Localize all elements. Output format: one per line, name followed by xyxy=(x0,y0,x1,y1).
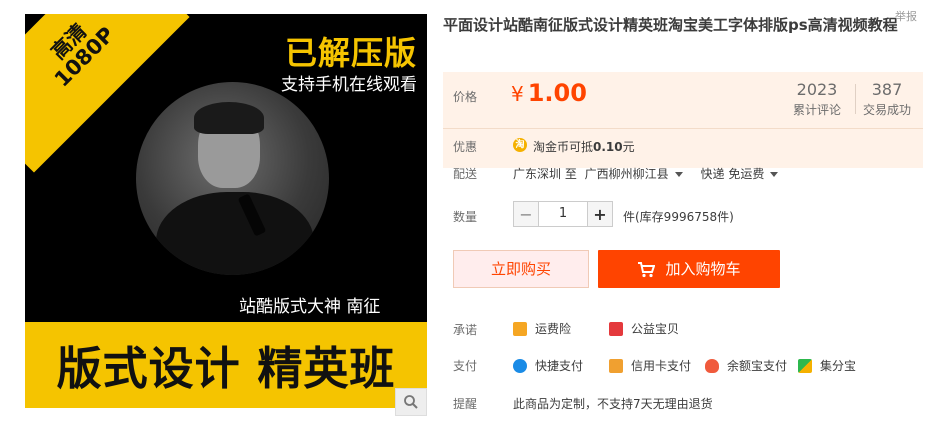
payment-quick[interactable]: 快捷支付 xyxy=(513,357,583,374)
shipping-insurance-icon xyxy=(513,321,527,336)
image-band-text: 版式设计 精英班 xyxy=(56,342,396,395)
credit-card-icon xyxy=(609,358,623,373)
product-detail-panel: 举报 平面设计站酷南征版式设计精英班淘宝美工字体排版ps高清视频教程 价格 ¥1… xyxy=(443,10,923,411)
delivery-method-select[interactable]: 快递 免运费 xyxy=(701,167,779,181)
yuebao-icon xyxy=(705,358,719,373)
charity-heart-icon xyxy=(609,321,623,336)
payment-item-label: 集分宝 xyxy=(820,359,857,373)
payment-item-label: 信用卡支付 xyxy=(631,359,692,373)
add-to-cart-button[interactable]: 加入购物车 xyxy=(598,250,780,288)
add-to-cart-label: 加入购物车 xyxy=(665,260,741,278)
sales-stat: 387 交易成功 xyxy=(863,80,911,118)
promise-shipping-insurance[interactable]: 运费险 xyxy=(513,320,571,337)
review-stat[interactable]: 2023 累计评论 xyxy=(793,80,841,118)
price-value: ¥1.00 xyxy=(511,79,587,107)
payment-label: 支付 xyxy=(453,359,478,373)
price-panel: 价格 ¥1.00 2023 累计评论 387 交易成功 优惠 淘 淘金币可抵0.… xyxy=(443,72,923,168)
reminder-label: 提醒 xyxy=(453,397,478,411)
quantity-increase-button[interactable]: + xyxy=(587,201,613,227)
delivery-info: 广东深圳 至 广西柳州柳江县 快递 免运费 xyxy=(513,165,779,182)
delivery-label: 配送 xyxy=(453,167,478,181)
payment-yuebao[interactable]: 余额宝支付 xyxy=(705,357,787,374)
quantity-input[interactable]: 1 xyxy=(539,201,587,227)
buy-now-button[interactable]: 立即购买 xyxy=(453,250,589,288)
promo-amount: 0.10 xyxy=(593,140,623,154)
promise-label: 承诺 xyxy=(453,323,478,337)
quantity-decrease-button[interactable]: − xyxy=(513,201,539,227)
image-speaker-caption: 站酷版式大神 南征 xyxy=(239,297,381,317)
quantity-stepper: − 1 + xyxy=(513,201,613,227)
price-label: 价格 xyxy=(453,90,478,104)
currency-symbol: ¥ xyxy=(511,82,524,106)
sales-label: 交易成功 xyxy=(863,103,912,117)
review-label: 累计评论 xyxy=(793,103,842,117)
reminder-text: 此商品为定制，不支持7天无理由退货 xyxy=(513,397,713,411)
promo-text-suffix: 元 xyxy=(622,140,635,154)
image-headline: 已解压版 xyxy=(284,34,417,72)
quantity-label: 数量 xyxy=(453,210,478,224)
price-amount: 1.00 xyxy=(527,79,587,107)
delivery-method: 快递 免运费 xyxy=(700,167,765,181)
review-count: 2023 xyxy=(796,80,838,99)
chevron-down-icon xyxy=(674,172,683,177)
report-link[interactable]: 举报 xyxy=(895,8,917,24)
delivery-destination-select[interactable]: 广西柳州柳江县 xyxy=(585,167,683,181)
zoom-button[interactable] xyxy=(395,388,427,416)
delivery-destination: 广西柳州柳江县 xyxy=(584,167,669,181)
speaker-portrait xyxy=(136,82,329,275)
delivery-from: 广东深圳 至 xyxy=(513,167,577,181)
promo-text: 淘金币可抵0.10元 xyxy=(533,138,635,155)
image-subline: 支持手机在线观看 xyxy=(281,75,417,95)
payment-item-label: 快捷支付 xyxy=(535,359,584,373)
chevron-down-icon xyxy=(770,172,779,177)
promo-text-prefix: 淘金币可抵 xyxy=(533,140,594,154)
price-panel-divider xyxy=(443,128,923,129)
product-title: 平面设计站酷南征版式设计精英班淘宝美工字体排版ps高清视频教程 xyxy=(443,16,898,34)
stat-divider xyxy=(855,84,856,114)
promise-item-label: 公益宝贝 xyxy=(631,322,680,336)
product-main-image[interactable]: 高清 1080P 已解压版 支持手机在线观看 站酷版式大神 南征 版式设计 精英… xyxy=(25,14,427,408)
payment-jifenbao[interactable]: 集分宝 xyxy=(798,357,856,374)
shopping-cart-icon xyxy=(638,261,656,277)
taobao-coin-icon: 淘 xyxy=(513,138,527,152)
stock-info: 件(库存9996758件) xyxy=(623,210,734,224)
payment-credit-card[interactable]: 信用卡支付 xyxy=(609,357,691,374)
sales-count: 387 xyxy=(871,80,903,99)
promise-item-label: 运费险 xyxy=(535,322,572,336)
magnifier-icon xyxy=(404,395,418,409)
promo-label: 优惠 xyxy=(453,140,478,154)
jifenbao-icon xyxy=(798,358,812,373)
quick-pay-icon xyxy=(513,358,527,373)
payment-item-label: 余额宝支付 xyxy=(727,359,788,373)
promise-charity[interactable]: 公益宝贝 xyxy=(609,320,679,337)
image-bottom-band: 版式设计 精英班 xyxy=(25,322,427,408)
